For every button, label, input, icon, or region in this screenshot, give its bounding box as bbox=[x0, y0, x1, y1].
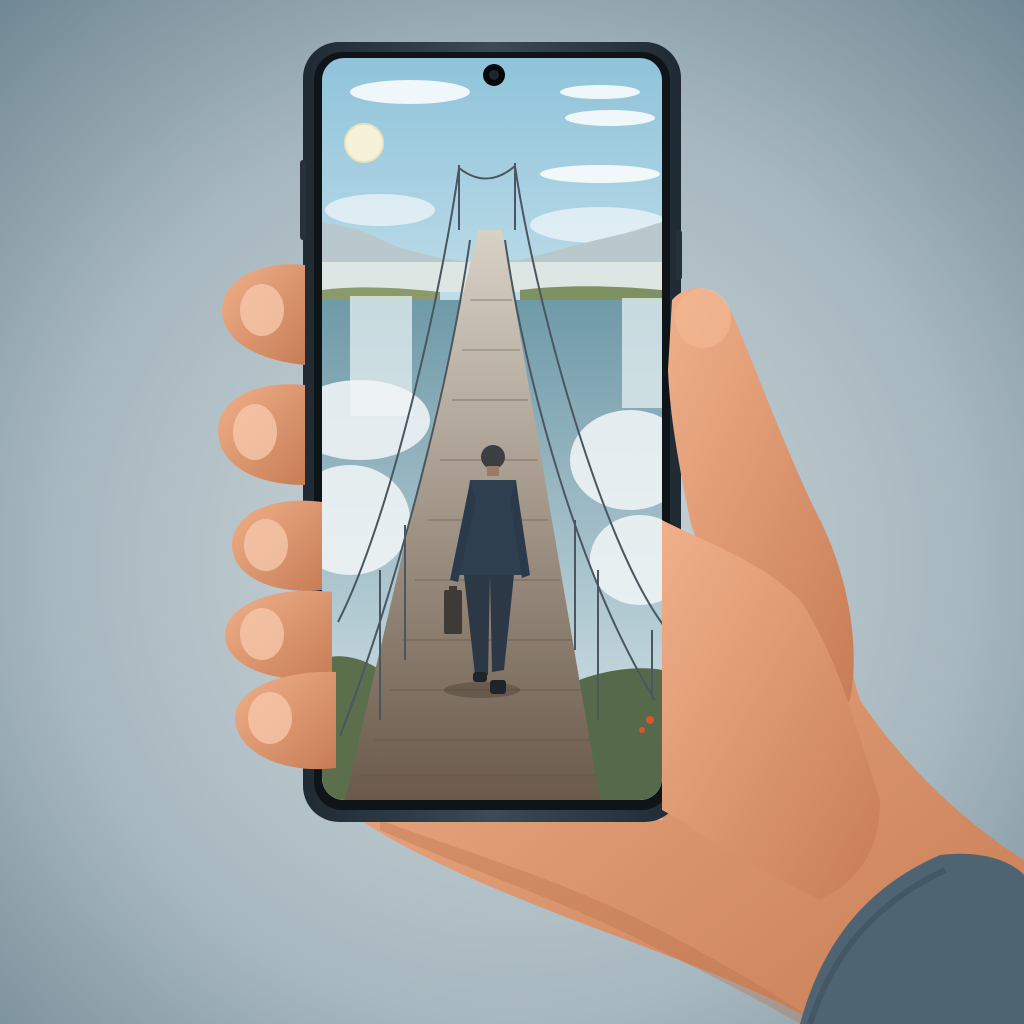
man-head bbox=[481, 445, 505, 469]
scene bbox=[0, 0, 1024, 1024]
phone-screen bbox=[322, 58, 662, 800]
briefcase-icon bbox=[444, 590, 462, 634]
sun bbox=[344, 123, 384, 163]
phone bbox=[300, 42, 682, 822]
waterfall-right bbox=[622, 298, 662, 408]
